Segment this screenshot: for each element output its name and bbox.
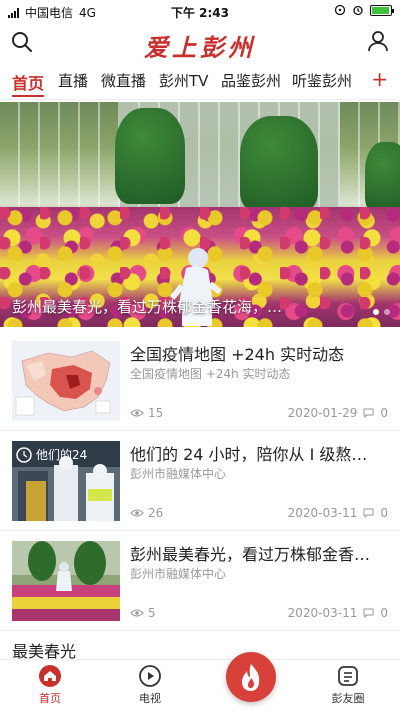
news-date: 2020-03-11 bbox=[287, 506, 358, 520]
news-item[interactable]: 全国疫情地图 +24h 实时动态 全国疫情地图 +24h 实时动态 15 202… bbox=[0, 331, 400, 431]
status-bar: 中国电信 4G 下午 2:43 bbox=[0, 0, 400, 22]
add-channel-button[interactable]: + bbox=[371, 67, 388, 91]
bottom-nav: 首页 电视 彭友圈 bbox=[0, 659, 400, 711]
comment-icon bbox=[363, 608, 374, 618]
nav-tv-label: 电视 bbox=[139, 692, 161, 705]
view-count-value: 26 bbox=[148, 506, 164, 520]
tab-live[interactable]: 直播 bbox=[58, 70, 88, 91]
tab-pinjian-pengzhou[interactable]: 品鉴彭州 bbox=[221, 70, 281, 91]
alarm-icon bbox=[353, 5, 363, 16]
news-meta: 2020-01-29 0 bbox=[288, 406, 388, 420]
news-source: 全国疫情地图 +24h 实时动态 bbox=[130, 367, 291, 381]
news-item[interactable]: 他们的24 他们的 24 小时，陪你从 Ⅰ 级熬… 彭州市融媒体中心 26 20… bbox=[0, 431, 400, 531]
eye-icon bbox=[130, 609, 144, 617]
comment-count: 0 bbox=[380, 406, 388, 420]
location-icon bbox=[334, 4, 346, 16]
tab-tingjian-pengzhou[interactable]: 听鉴彭州 bbox=[292, 70, 352, 91]
comment-icon bbox=[363, 408, 374, 418]
news-meta: 2020-03-11 0 bbox=[288, 506, 388, 520]
medical-staff-thumbnail: 他们的24 bbox=[12, 441, 120, 521]
nav-friends-label: 彭友圈 bbox=[331, 692, 365, 705]
comment-count: 0 bbox=[380, 506, 388, 520]
topiary-shape bbox=[240, 116, 318, 212]
banner-caption: 彭州最美春光，看过万株郁金香花海，… bbox=[12, 298, 283, 316]
app-header: 爱上彭州 bbox=[0, 22, 400, 64]
comment-count: 0 bbox=[380, 606, 388, 620]
epidemic-map-thumbnail bbox=[12, 341, 120, 421]
view-count-value: 15 bbox=[148, 406, 164, 420]
flame-button[interactable] bbox=[226, 652, 276, 702]
tab-pengzhou-tv[interactable]: 彭州TV bbox=[159, 70, 208, 91]
news-source: 彭州市融媒体中心 bbox=[130, 467, 227, 481]
view-count: 26 bbox=[130, 506, 163, 520]
news-title: 彭州最美春光，看过万株郁金香… bbox=[130, 545, 371, 564]
eye-icon bbox=[130, 409, 144, 417]
tab-home[interactable]: 首页 bbox=[12, 70, 44, 94]
nav-home-label: 首页 bbox=[39, 692, 61, 705]
news-item[interactable]: 彭州最美春光，看过万株郁金香… 彭州市融媒体中心 5 2020-03-11 0 bbox=[0, 531, 400, 631]
banner-fence bbox=[0, 102, 400, 212]
news-source: 彭州市融媒体中心 bbox=[130, 567, 227, 581]
battery-icon bbox=[370, 4, 394, 16]
view-count-value: 5 bbox=[148, 606, 156, 620]
news-date: 2020-03-11 bbox=[287, 606, 358, 620]
tulip-garden-thumbnail bbox=[12, 541, 120, 621]
play-icon bbox=[139, 665, 161, 687]
document-icon bbox=[338, 666, 358, 686]
app-logo: 爱上彭州 bbox=[144, 33, 256, 62]
channel-tabs: 首页 直播 微直播 彭州TV 品鉴彭州 听鉴彭州 + bbox=[0, 64, 400, 100]
flame-icon bbox=[242, 664, 260, 691]
carousel-dot bbox=[384, 309, 390, 315]
topiary-shape bbox=[365, 142, 400, 212]
banner-carousel[interactable]: 彭州最美春光，看过万株郁金香花海，… bbox=[0, 102, 400, 327]
view-count: 15 bbox=[130, 406, 163, 420]
news-title: 他们的 24 小时，陪你从 Ⅰ 级熬… bbox=[130, 445, 368, 464]
topiary-shape bbox=[115, 108, 185, 204]
news-date: 2020-01-29 bbox=[287, 406, 358, 420]
tab-micro-live[interactable]: 微直播 bbox=[101, 70, 146, 91]
nav-friends[interactable]: 彭友圈 bbox=[318, 664, 378, 706]
carousel-dot-active bbox=[373, 309, 379, 315]
news-title: 全国疫情地图 +24h 实时动态 bbox=[130, 345, 345, 364]
svg-text:他们的24: 他们的24 bbox=[36, 447, 87, 462]
nav-tv[interactable]: 电视 bbox=[120, 664, 180, 706]
news-meta: 2020-03-11 0 bbox=[288, 606, 388, 620]
comment-icon bbox=[363, 508, 374, 518]
eye-icon bbox=[130, 509, 144, 517]
carousel-dots bbox=[373, 309, 390, 315]
nav-home[interactable]: 首页 bbox=[20, 664, 80, 706]
tab-active-indicator bbox=[12, 95, 44, 97]
home-icon bbox=[39, 665, 61, 687]
user-icon[interactable] bbox=[366, 29, 390, 53]
view-count: 5 bbox=[130, 606, 156, 620]
